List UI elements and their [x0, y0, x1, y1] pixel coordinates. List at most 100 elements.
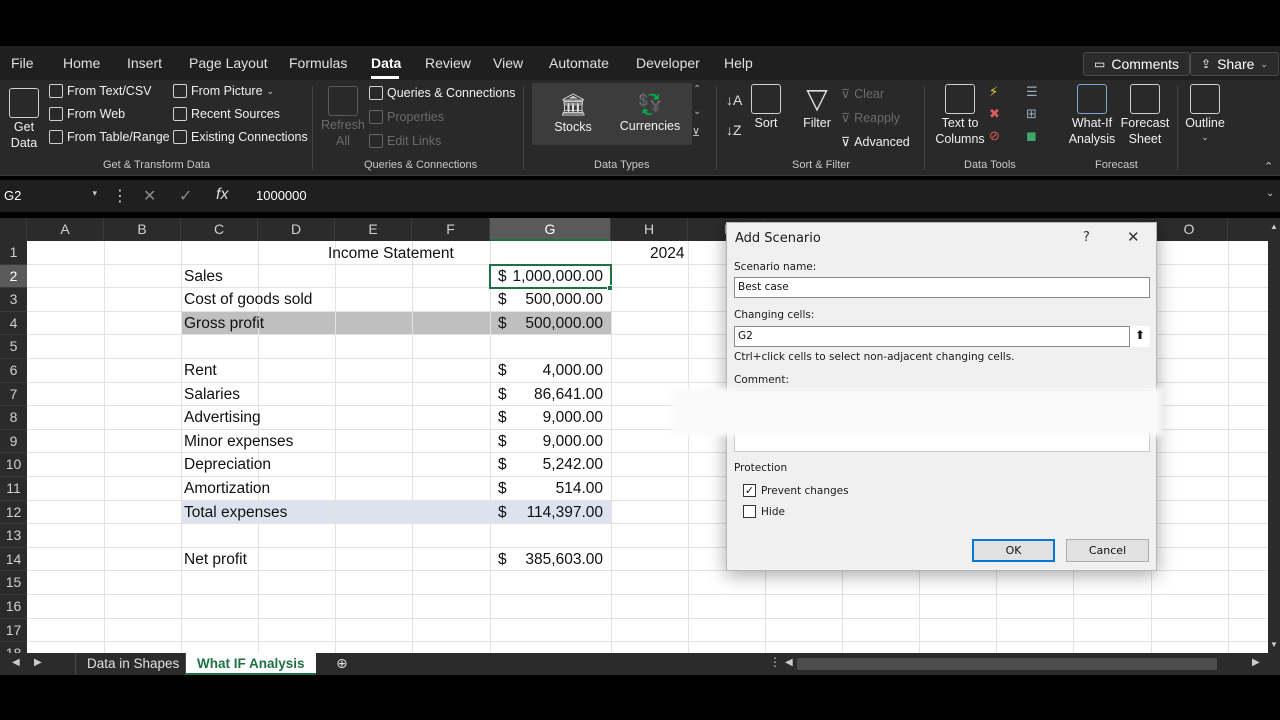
column-header-selected[interactable]: G	[490, 218, 611, 241]
prevent-changes-checkbox[interactable]: ✓	[743, 484, 756, 497]
clear-button[interactable]: ⊽ Clear	[841, 86, 884, 102]
expand-formula-icon[interactable]: ⌄	[1266, 188, 1274, 199]
close-button[interactable]: ✕	[1127, 228, 1140, 246]
tab-file[interactable]: File	[11, 55, 34, 71]
next-sheet-icon[interactable]: ▶	[34, 657, 42, 668]
collapse-dialog-icon[interactable]: ⬆	[1129, 326, 1150, 347]
row-header[interactable]: 4	[0, 312, 27, 336]
sheet-tab-data-in-shapes[interactable]: Data in Shapes	[75, 653, 190, 675]
column-header[interactable]: D	[258, 218, 335, 241]
data-validation-icon[interactable]: ⊘	[989, 128, 1000, 144]
fill-handle[interactable]	[607, 285, 613, 291]
add-sheet-icon[interactable]: ⊕	[336, 655, 348, 672]
gallery-down-icon[interactable]: ⌄	[693, 106, 701, 117]
recent-sources-button[interactable]: Recent Sources	[173, 107, 280, 121]
row-header[interactable]: 18	[0, 642, 27, 653]
row-header[interactable]: 9	[0, 430, 27, 454]
tab-insert[interactable]: Insert	[127, 55, 162, 71]
row-header[interactable]: 15	[0, 571, 27, 595]
line-label[interactable]: Cost of goods sold	[184, 288, 312, 311]
year-cell[interactable]: 2024	[650, 242, 684, 265]
column-header[interactable]: O	[1151, 218, 1228, 241]
refresh-all-button[interactable]: Refresh All	[321, 86, 365, 148]
line-label[interactable]: Advertising	[184, 406, 261, 429]
filter-button[interactable]: ▽ Filter	[800, 84, 834, 131]
edit-links-button[interactable]: Edit Links	[369, 134, 441, 148]
line-label[interactable]: Gross profit	[184, 312, 264, 335]
line-label[interactable]: Depreciation	[184, 453, 271, 476]
tab-page-layout[interactable]: Page Layout	[189, 55, 268, 71]
row-header[interactable]: 13	[0, 524, 27, 548]
line-label[interactable]: Amortization	[184, 477, 270, 500]
sheet-title[interactable]: Income Statement	[328, 242, 454, 265]
tab-formulas[interactable]: Formulas	[289, 55, 347, 71]
prevent-changes-row[interactable]: ✓ Prevent changes	[743, 484, 849, 497]
tab-review[interactable]: Review	[425, 55, 471, 71]
line-amount[interactable]: $4,000.00	[490, 359, 611, 382]
existing-connections-button[interactable]: Existing Connections	[173, 130, 308, 144]
row-header[interactable]: 11	[0, 477, 27, 501]
from-picture-button[interactable]: From Picture ⌄	[173, 84, 274, 98]
insert-function-icon[interactable]: fx	[216, 186, 228, 204]
scroll-right-icon[interactable]: ▶	[1252, 657, 1260, 668]
line-label[interactable]: Salaries	[184, 383, 240, 406]
tab-home[interactable]: Home	[63, 55, 100, 71]
tab-automate[interactable]: Automate	[549, 55, 609, 71]
row-header[interactable]: 3	[0, 288, 27, 312]
line-amount[interactable]: $514.00	[490, 477, 611, 500]
enter-icon[interactable]: ✓	[179, 186, 192, 206]
consolidate-icon[interactable]: ☰	[1026, 84, 1038, 100]
gallery-more-icon[interactable]: ⊻	[692, 126, 700, 139]
column-header[interactable]: A	[27, 218, 104, 241]
line-amount[interactable]: $86,641.00	[490, 383, 611, 406]
gallery-up-icon[interactable]: ⌃	[693, 84, 701, 95]
advanced-button[interactable]: ⊽ Advanced	[841, 134, 910, 150]
what-if-analysis-button[interactable]: What-If Analysis	[1066, 84, 1118, 146]
column-header[interactable]: C	[181, 218, 258, 241]
forecast-sheet-button[interactable]: Forecast Sheet	[1120, 84, 1170, 146]
scroll-left-icon[interactable]: ◀	[785, 657, 793, 668]
sheet-tab-what-if-analysis[interactable]: What IF Analysis	[185, 653, 316, 675]
relationships-icon[interactable]: ⊞	[1026, 106, 1037, 122]
sort-ascending-icon[interactable]: ↓A	[726, 92, 742, 108]
comments-button[interactable]: ▭ Comments	[1083, 52, 1191, 76]
changing-cells-input[interactable]: G2	[734, 326, 1150, 347]
row-header[interactable]: 6	[0, 359, 27, 383]
line-amount[interactable]: $385,603.00	[490, 548, 611, 571]
line-label[interactable]: Net profit	[184, 548, 247, 571]
more-options-icon[interactable]: ⋮	[112, 186, 128, 206]
vertical-scrollbar[interactable]: ▲ ▼	[1268, 218, 1280, 653]
tab-view[interactable]: View	[493, 55, 523, 71]
row-header[interactable]: 2	[0, 264, 27, 289]
from-text-csv-button[interactable]: From Text/CSV	[49, 84, 152, 98]
column-header[interactable]: F	[412, 218, 490, 241]
cancel-button[interactable]: Cancel	[1066, 539, 1149, 562]
tab-developer[interactable]: Developer	[636, 55, 700, 71]
tab-data[interactable]: Data	[371, 55, 401, 71]
collapse-ribbon-icon[interactable]: ⌃	[1264, 160, 1273, 173]
select-all-corner[interactable]	[0, 218, 27, 241]
flash-fill-icon[interactable]: ⚡	[989, 84, 998, 100]
help-button[interactable]: ?	[1083, 230, 1090, 245]
line-label[interactable]: Sales	[184, 265, 223, 288]
line-amount[interactable]: $500,000.00	[490, 288, 611, 311]
column-header[interactable]: E	[335, 218, 412, 241]
sort-button[interactable]: Sort	[750, 84, 782, 130]
line-amount[interactable]: $500,000.00	[490, 312, 611, 335]
outline-button[interactable]: Outline ⌄	[1184, 84, 1226, 143]
column-header[interactable]: B	[104, 218, 181, 241]
line-label[interactable]: Minor expenses	[184, 430, 293, 453]
ok-button[interactable]: OK	[972, 539, 1055, 562]
from-table-range-button[interactable]: From Table/Range	[49, 130, 170, 144]
remove-duplicates-icon[interactable]: ✖	[989, 106, 1000, 122]
row-header[interactable]: 16	[0, 595, 27, 619]
line-label[interactable]: Total expenses	[184, 501, 287, 524]
currencies-button[interactable]: 💱 Currencies	[620, 92, 680, 133]
line-amount[interactable]: $114,397.00	[490, 501, 611, 524]
scroll-up-icon[interactable]: ▲	[1270, 222, 1278, 231]
reapply-button[interactable]: ⊽ Reapply	[841, 110, 900, 126]
row-header[interactable]: 17	[0, 619, 27, 643]
line-amount[interactable]: $9,000.00	[490, 430, 611, 453]
prev-sheet-icon[interactable]: ◀	[12, 657, 20, 668]
from-web-button[interactable]: From Web	[49, 107, 125, 121]
